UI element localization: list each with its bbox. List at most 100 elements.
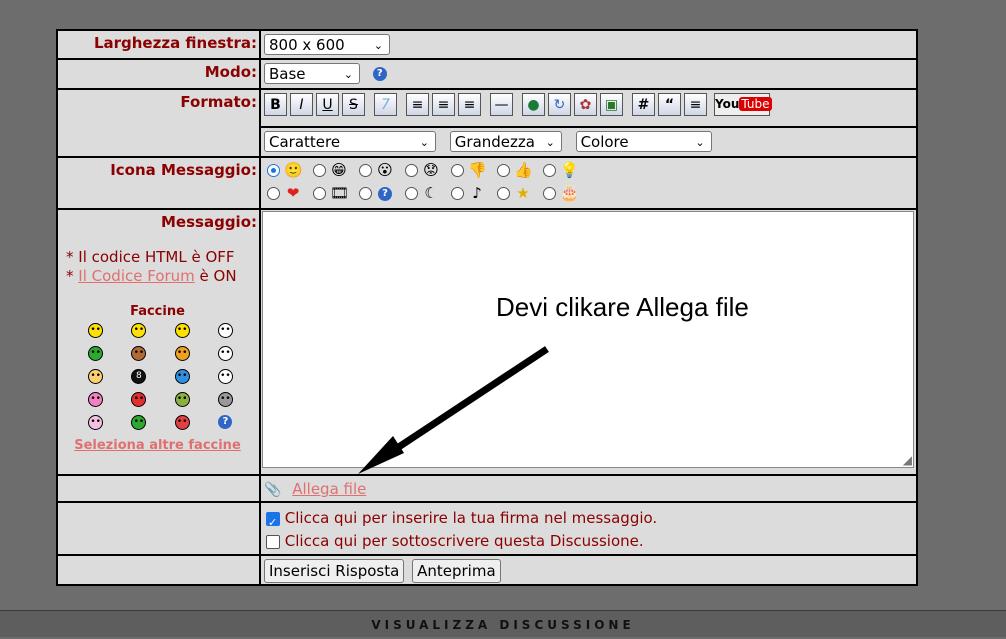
italic-icon[interactable]: I <box>290 93 313 117</box>
mode-select[interactable]: Base ⌄ <box>264 63 360 85</box>
view-discussion-link[interactable]: VISUALIZZA DISCUSSIONE <box>0 610 1006 637</box>
preview-button[interactable]: Anteprima <box>412 558 501 583</box>
smile-icon: 🙂 <box>284 161 303 180</box>
smiley-icon[interactable]: •• <box>131 392 147 408</box>
icon-radio[interactable] <box>497 186 510 200</box>
icon-radio[interactable] <box>359 186 372 200</box>
color-select[interactable]: Colore ⌄ <box>575 130 712 152</box>
forum-code-link[interactable]: Il Codice Forum <box>78 267 195 285</box>
more-smileys-help-icon[interactable]: ? <box>218 415 233 430</box>
hash-icon[interactable]: # <box>632 93 655 117</box>
smiley-icon[interactable]: •• <box>174 323 190 339</box>
star-icon: ★ <box>516 184 530 203</box>
signature-checkbox[interactable] <box>266 511 280 534</box>
film-reel-icon: 🎞 <box>330 184 350 203</box>
chevron-down-icon: ⌄ <box>695 135 705 149</box>
help-icon[interactable]: ? <box>372 66 387 81</box>
grin-icon: 😁 <box>331 161 347 180</box>
subscribe-checkbox[interactable] <box>266 534 280 549</box>
window-width-select[interactable]: 800 x 600 ⌄ <box>264 34 390 55</box>
icon-radio[interactable] <box>543 163 556 177</box>
smiley-grid: •• •• •• •• •• •• •• •• •• 8 •• •• •• •• •• •• •• •• •… <box>58 319 257 431</box>
align-right-icon[interactable]: ≡ <box>458 93 481 117</box>
heart-icon: ❤ <box>286 184 300 203</box>
faccine-title: Faccine <box>130 304 185 320</box>
icon-radio[interactable] <box>313 163 326 177</box>
smiley-icon[interactable]: •• <box>217 346 233 362</box>
smiley-icon[interactable]: •• <box>88 323 104 339</box>
window-width-label: Larghezza finestra: <box>56 28 261 61</box>
smiley-icon[interactable]: •• <box>174 346 190 362</box>
smiley-icon[interactable]: •• <box>174 415 190 431</box>
smiley-icon[interactable]: •• <box>131 346 147 362</box>
icon-radio[interactable] <box>405 163 418 177</box>
smiley-icon[interactable]: •• <box>88 415 104 431</box>
message-icon-label: Icona Messaggio: <box>56 155 261 211</box>
icon-radio[interactable] <box>359 163 372 177</box>
strikethrough-icon[interactable]: S <box>342 93 365 117</box>
cake-icon: 🎂 <box>560 184 579 203</box>
smiley-icon[interactable]: •• <box>88 392 104 408</box>
thumbs-down-icon: 👎 <box>468 161 487 180</box>
format-toolbar: B I U S 7 ≡ ≡ ≡ — ● ↻ ✿ ▣ # “≡ You Tube <box>259 88 918 128</box>
icon-radio[interactable] <box>267 186 280 200</box>
chevron-down-icon: ⌄ <box>545 135 555 149</box>
icon-radio[interactable] <box>451 163 464 177</box>
chevron-down-icon: ⌄ <box>373 39 383 52</box>
image-link-icon[interactable]: ↻ <box>548 93 571 117</box>
icon-radio[interactable] <box>543 186 556 200</box>
icon-radio[interactable] <box>267 163 280 177</box>
list-icon[interactable]: ≡ <box>684 93 707 117</box>
smiley-icon[interactable]: •• <box>174 369 190 385</box>
smiley-icon[interactable]: •• <box>217 392 233 408</box>
subscribe-option: Clicca qui per sottoscrivere questa Disc… <box>266 530 916 553</box>
submit-reply-button[interactable]: Inserisci Risposta <box>264 558 405 583</box>
chevron-down-icon: ⌄ <box>419 135 429 149</box>
align-center-icon[interactable]: ≡ <box>432 93 455 117</box>
surprised-icon: 😮 <box>377 161 393 180</box>
html-off-note: * Il codice HTML è OFF <box>66 248 235 267</box>
subscribe-label[interactable]: Clicca qui per sottoscrivere questa Disc… <box>285 532 644 550</box>
smiley-icon[interactable]: •• <box>88 369 104 385</box>
icon-radio[interactable] <box>497 163 510 177</box>
icon-radio[interactable] <box>405 186 418 200</box>
smiley-icon[interactable]: •• <box>174 392 190 408</box>
size-select[interactable]: Grandezza ⌄ <box>449 130 562 152</box>
bold-icon[interactable]: B <box>264 93 287 117</box>
picture-icon[interactable]: ▣ <box>600 93 623 117</box>
youtube-button[interactable]: You Tube <box>714 93 772 117</box>
film-reel-icon[interactable]: ✿ <box>574 93 597 117</box>
message-icon-picker: 🙂 😁 😮 😟 👎 👍 💡 ❤ 🎞? ☾ ♪ ★ 🎂 <box>259 155 918 211</box>
music-note-icon: ♪ <box>472 184 482 203</box>
globe-icon[interactable]: ● <box>522 93 545 117</box>
chevron-down-icon: ⌄ <box>343 68 353 82</box>
smiley-icon[interactable]: •• <box>88 346 104 362</box>
smiley-icon[interactable]: •• <box>217 369 233 385</box>
icon-radio[interactable] <box>313 186 326 200</box>
smiley-icon[interactable]: •• <box>131 415 147 431</box>
moon-icon: ☾ <box>424 184 438 203</box>
forum-code-note: * Il Codice Forum è ON <box>66 267 237 286</box>
blockquote-icon[interactable]: “ <box>658 93 681 117</box>
reply-form: Larghezza finestra: 800 x 600 ⌄ Modo: Bas… <box>56 28 918 587</box>
smiley-icon[interactable]: 8 <box>131 369 147 385</box>
quote-7-icon[interactable]: 7 <box>374 93 397 117</box>
underline-icon[interactable]: U <box>316 93 339 117</box>
question-icon: ? <box>376 184 394 202</box>
sad-icon: 😟 <box>423 161 439 180</box>
paperclip-icon: 📎 <box>264 482 282 499</box>
more-smileys-link[interactable]: Seleziona altre faccine <box>74 438 241 453</box>
lightbulb-icon: 💡 <box>560 161 579 180</box>
icon-radio[interactable] <box>451 186 464 200</box>
message-label: Messaggio: <box>161 213 257 232</box>
signature-label[interactable]: Clicca qui per inserire la tua firma nel… <box>285 509 657 527</box>
message-label-cell: Messaggio: * Il codice HTML è OFF * Il C… <box>56 208 261 477</box>
smiley-icon[interactable]: •• <box>217 323 233 339</box>
font-select[interactable]: Carattere ⌄ <box>264 130 436 152</box>
thumbs-up-icon: 👍 <box>514 161 533 180</box>
signature-option: Clicca qui per inserire la tua firma nel… <box>266 507 916 534</box>
horizontal-rule-icon[interactable]: — <box>490 93 513 117</box>
attach-file-link[interactable]: Allega file <box>292 480 366 498</box>
align-left-icon[interactable]: ≡ <box>406 93 429 117</box>
smiley-icon[interactable]: •• <box>131 323 147 339</box>
